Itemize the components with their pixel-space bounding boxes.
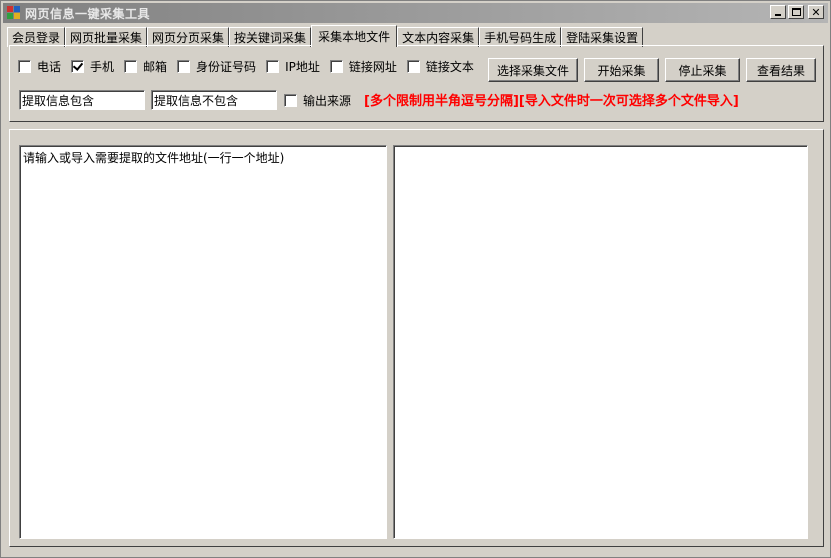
ip-address-checkbox[interactable]: IP地址	[266, 58, 320, 75]
file-panel	[9, 129, 824, 547]
exclude-filter-input[interactable]	[151, 90, 277, 110]
close-icon: ✕	[811, 5, 821, 19]
stop-collect-button[interactable]: 停止采集	[665, 58, 740, 82]
start-collect-button[interactable]: 开始采集	[584, 58, 659, 82]
include-filter-input[interactable]	[19, 90, 145, 110]
id-number-checkbox[interactable]: 身份证号码	[177, 58, 256, 75]
phone-checkbox-box[interactable]	[18, 60, 31, 73]
link-text-checkbox-box[interactable]	[406, 60, 420, 73]
app-window: 网页信息一键采集工具 ✕ 会员登录 网页批量采集 网页分页采集 按关键词采集 采…	[0, 0, 831, 558]
usage-notice: [多个限制用半角逗号分隔][导入文件时一次可选择多个文件导入]	[364, 94, 739, 109]
id-number-checkbox-box[interactable]	[177, 60, 191, 73]
tab-phone-number-generate[interactable]: 手机号码生成	[479, 27, 562, 47]
email-checkbox[interactable]: 邮箱	[124, 58, 167, 75]
tab-paged-web-collect[interactable]: 网页分页采集	[147, 27, 230, 47]
link-url-checkbox-box[interactable]	[329, 60, 343, 73]
phone-checkbox-label: 电话	[37, 60, 62, 74]
tab-member-login[interactable]: 会员登录	[7, 27, 66, 47]
tab-login-collect-settings[interactable]: 登陆采集设置	[561, 27, 644, 47]
link-url-checkbox[interactable]: 链接网址	[329, 58, 397, 75]
email-checkbox-box[interactable]	[124, 60, 138, 73]
file-address-input[interactable]	[19, 145, 387, 539]
app-logo-icon	[7, 6, 21, 20]
select-collect-file-button[interactable]: 选择采集文件	[488, 58, 578, 82]
link-url-checkbox-label: 链接网址	[348, 60, 397, 74]
close-button[interactable]: ✕	[808, 5, 824, 19]
phone-checkbox[interactable]: 电话	[18, 58, 61, 75]
output-source-checkbox-box[interactable]	[284, 94, 297, 107]
mobile-checkbox[interactable]: 手机	[71, 58, 114, 75]
title-bar[interactable]: 网页信息一键采集工具 ✕	[3, 3, 828, 23]
tab-local-file-collect[interactable]: 采集本地文件	[311, 25, 398, 47]
email-checkbox-label: 邮箱	[143, 60, 168, 74]
output-source-checkbox[interactable]: 输出来源	[284, 92, 351, 109]
window-controls: ✕	[770, 5, 824, 19]
result-output-area[interactable]	[393, 145, 808, 539]
ip-address-checkbox-box[interactable]	[266, 60, 280, 73]
maximize-icon	[791, 8, 801, 16]
link-text-checkbox-label: 链接文本	[425, 60, 474, 74]
id-number-checkbox-label: 身份证号码	[196, 60, 257, 74]
tab-keyword-collect[interactable]: 按关键词采集	[229, 27, 312, 47]
tab-strip: 会员登录 网页批量采集 网页分页采集 按关键词采集 采集本地文件 文本内容采集 …	[7, 25, 644, 47]
minimize-icon	[775, 14, 781, 16]
extract-type-options: 电话 手机 邮箱 身份证号码 IP地址 链接网址 链接文本	[18, 58, 484, 75]
tab-batch-web-collect[interactable]: 网页批量采集	[65, 27, 148, 47]
link-text-checkbox[interactable]: 链接文本	[406, 58, 474, 75]
view-results-button[interactable]: 查看结果	[746, 58, 816, 82]
minimize-button[interactable]	[770, 5, 786, 19]
mobile-checkbox-label: 手机	[90, 60, 115, 74]
maximize-button[interactable]	[788, 5, 804, 19]
ip-address-checkbox-label: IP地址	[285, 60, 320, 74]
tab-text-content-collect[interactable]: 文本内容采集	[397, 27, 480, 47]
options-panel: 电话 手机 邮箱 身份证号码 IP地址 链接网址 链接文本 选择采集文件 开始采…	[9, 45, 824, 122]
mobile-checkbox-box[interactable]	[71, 60, 85, 73]
output-source-checkbox-label: 输出来源	[303, 94, 352, 108]
window-title: 网页信息一键采集工具	[25, 6, 151, 21]
